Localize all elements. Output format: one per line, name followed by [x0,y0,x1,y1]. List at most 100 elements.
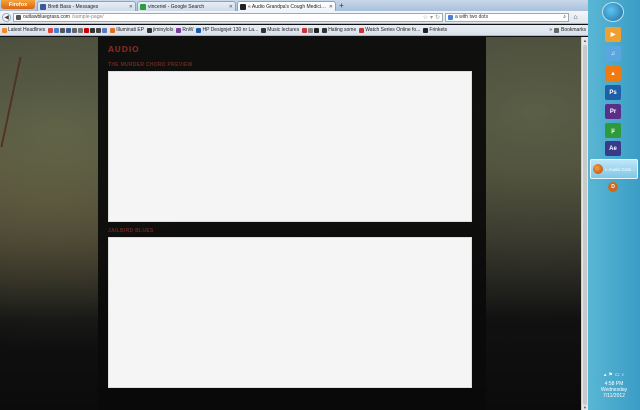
bookmark-label: Hating some [328,27,357,33]
bookmark-label: Frinkets [429,27,448,33]
site-icon [240,3,246,10]
site-icon [302,27,308,33]
tab-label: Brett Bass - Messages [48,3,99,10]
firefox-icon [593,164,603,174]
facebook-icon [66,27,72,33]
site-icon [110,27,116,33]
windows-taskbar: ▶ ♫ ▲ Ps Pr µ Ae « Audio Gran... D ▴ ⚑ ▭… [588,0,640,410]
start-button[interactable] [602,2,624,22]
bookmark-item[interactable]: HP Designjet 130 nr La... [196,27,258,33]
page-title: AUDIO [108,45,140,54]
reload-icon[interactable]: ↻ [435,14,440,21]
back-arrow-icon: ◀ [4,14,9,21]
tab-strip: Firefox Brett Bass - Messages ✕ vincerie… [0,0,588,11]
browser-window: Firefox Brett Bass - Messages ✕ vincerie… [0,0,588,410]
site-icon [176,27,182,33]
home-button[interactable]: ⌂ [571,13,580,22]
vertical-scrollbar[interactable]: ▲ ▼ [581,37,588,410]
bookmark-item[interactable]: Latest Headlines [2,27,45,33]
site-icon [261,27,267,33]
new-tab-button[interactable]: + [337,1,346,10]
search-icon[interactable]: ⌕ [563,14,566,20]
after-effects-icon[interactable]: Ae [605,141,621,156]
audio-player-2[interactable] [108,237,472,388]
flag-icon[interactable]: ⚑ [608,372,612,378]
bookmarks-menu-button[interactable]: Bookmarks [561,27,586,33]
bookmark-label: jiminylols [153,27,174,33]
hp-icon [196,27,202,33]
close-icon[interactable]: ✕ [229,4,233,10]
photoshop-icon[interactable]: Ps [605,85,621,100]
tab-label: vinceriel - Google Search [148,3,205,10]
player-2-label: JAILBIRD BLUES [108,228,154,234]
google-icon [140,3,146,10]
gmail-icon [48,27,54,33]
url-host: outlawbluegrass.com [23,14,70,20]
bookmark-label: Music lectures [267,27,300,33]
dropdown-icon[interactable]: ▾ [430,14,433,21]
google-search-engine-icon[interactable] [448,14,453,20]
utorrent-icon[interactable]: µ [605,123,621,138]
bookmark-icons-group[interactable] [302,27,320,33]
monitor-icon[interactable]: ▭ [615,372,620,378]
bookmarks-toolbar: Latest Headlines Illuminati EP jiminylol… [0,25,588,36]
bookmark-label: Watch Series Online fo... [365,27,421,33]
volume-icon[interactable]: ♪ [622,372,625,378]
site-icon [423,27,429,33]
site-icon [308,27,314,33]
bookmark-label: Illuminati EP [116,27,145,33]
rss-icon [2,27,7,33]
bookmark-item[interactable]: Illuminati EP [110,27,144,33]
url-path: /sample-page/ [71,14,104,20]
bookmark-item[interactable]: Watch Series Online fo... [359,27,420,33]
scroll-thumb[interactable] [583,45,587,405]
bookmark-item[interactable]: Frinkets [423,27,447,33]
web-page: AUDIO THE MURDER CHORD PREVIEW JAILBIRD … [0,37,581,410]
site-icon [147,27,153,33]
music-icon [72,27,78,33]
url-bar[interactable]: outlawbluegrass.com/sample-page/ ☆ ▾ ↻ [13,12,443,22]
youtube-icon [84,27,90,33]
fence-post-decoration [0,57,38,147]
bookmark-item[interactable]: Music lectures [261,27,299,33]
navigation-bar: ◀ outlawbluegrass.com/sample-page/ ☆ ▾ ↻… [0,11,588,24]
bookmark-item[interactable]: RnW [176,27,193,33]
site-icon [90,27,96,33]
site-icon [96,27,102,33]
rss-icon [60,27,66,33]
app-icon[interactable]: D [608,182,618,192]
itunes-icon[interactable]: ♫ [605,46,621,61]
bookmark-icons-group[interactable] [48,27,108,33]
back-button[interactable]: ◀ [2,12,11,22]
close-icon[interactable]: ✕ [129,4,133,10]
bookmark-item[interactable]: Hating some [322,27,356,33]
site-icon [102,27,108,33]
vlc-icon[interactable]: ▲ [605,66,621,81]
tab-label: « Audio Grandpa's Cough Medicine ... [248,3,327,10]
clock-date: 7/11/2012 [603,393,625,399]
tab-messages[interactable]: Brett Bass - Messages ✕ [37,1,136,11]
content-column: AUDIO THE MURDER CHORD PREVIEW JAILBIRD … [98,37,486,410]
media-player-icon[interactable]: ▶ [605,27,621,42]
chevron-more-icon[interactable]: » [549,27,552,33]
tab-google-search[interactable]: vinceriel - Google Search ✕ [137,1,236,11]
search-bar[interactable]: a with two dots ⌕ [445,12,569,22]
tab-audio[interactable]: « Audio Grandpa's Cough Medicine ... ✕ [237,1,336,11]
bookmark-label: HP Designjet 130 nr La... [202,27,259,33]
show-hidden-icons-icon[interactable]: ▴ [604,372,607,378]
site-icon [314,27,320,33]
home-icon: ⌂ [573,13,578,21]
taskbar-firefox-window[interactable]: « Audio Gran... [590,159,638,179]
tray-icons[interactable]: ▴ ⚑ ▭ ♪ [604,372,624,378]
premiere-icon[interactable]: Pr [605,104,621,119]
search-input[interactable]: a with two dots [455,14,561,20]
firefox-menu-button[interactable]: Firefox [1,0,35,9]
clock[interactable]: 4:58 PM Wednesday 7/11/2012 [601,381,627,399]
site-identity-icon [16,14,21,20]
close-icon[interactable]: ✕ [329,4,333,10]
bookmark-item[interactable]: jiminylols [147,27,173,33]
bookmark-star-icon[interactable]: ☆ [423,14,428,21]
audio-player-1[interactable] [108,71,472,222]
bookmark-icon [78,27,84,33]
taskbar-window-label: « Audio Gran... [605,166,636,172]
